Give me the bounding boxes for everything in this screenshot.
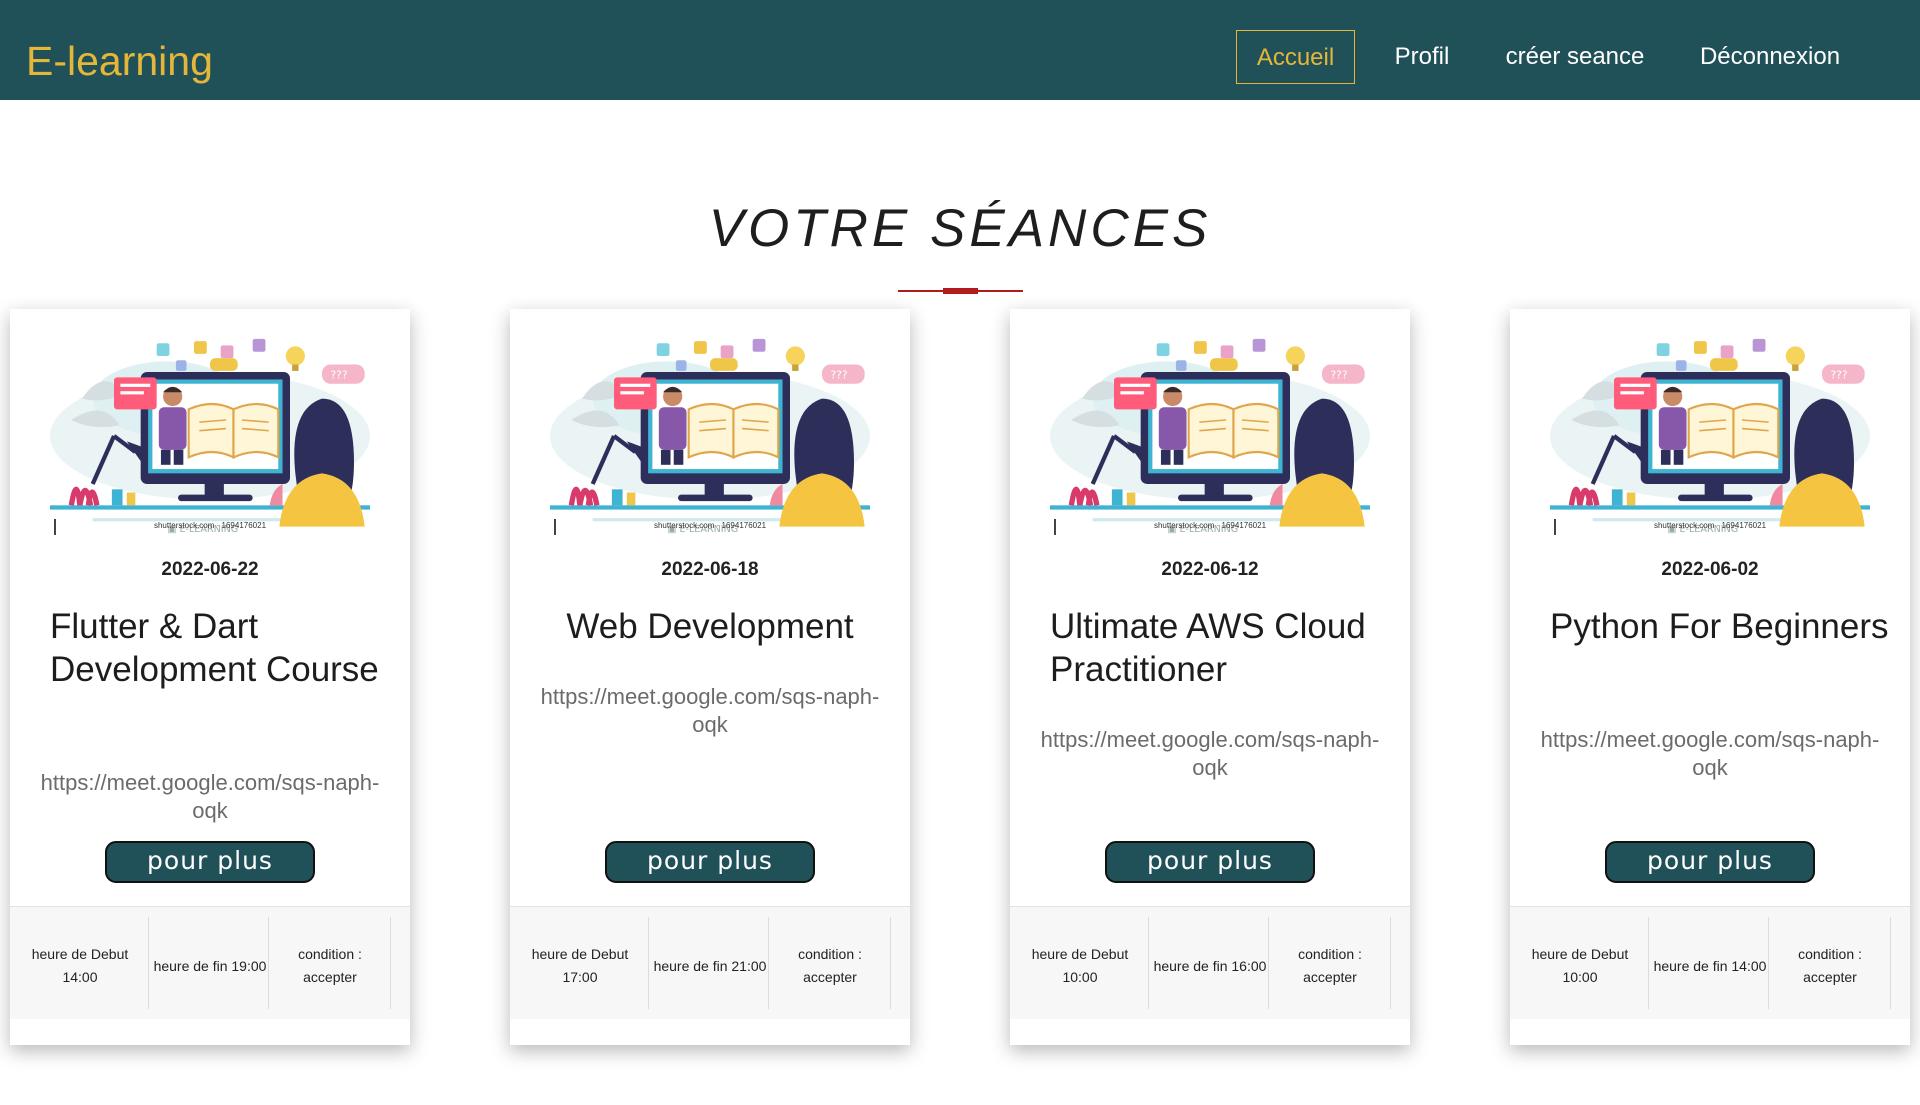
end-time: heure de fin 16:00 bbox=[1153, 957, 1267, 974]
footer-divider bbox=[1890, 917, 1891, 1009]
title-divider-accent bbox=[943, 288, 978, 294]
session-title: Web Development bbox=[566, 607, 854, 646]
session-card: shutterstock.com · 1694176021 2022-06-12… bbox=[1010, 309, 1410, 1045]
session-card: shutterstock.com · 1694176021 2022-06-18… bbox=[510, 309, 910, 1045]
navbar: E-learning Accueil Profil créer seance D… bbox=[0, 0, 1920, 100]
session-date: 2022-06-18 bbox=[661, 559, 759, 580]
card-footer: heure de Debut 10:00 heure de fin 14:00 … bbox=[1510, 906, 1910, 1019]
footer-divider bbox=[1268, 917, 1269, 1009]
footer-divider bbox=[648, 917, 649, 1009]
footer-divider bbox=[1768, 917, 1769, 1009]
e-learning-illustration-icon bbox=[50, 331, 370, 541]
start-time: heure de Debut 10:00 bbox=[1531, 946, 1629, 985]
start-time: heure de Debut 14:00 bbox=[31, 946, 129, 985]
card-footer: heure de Debut 17:00 heure de fin 21:00 … bbox=[510, 906, 910, 1019]
session-card: shutterstock.com · 1694176021 2022-06-02… bbox=[1510, 309, 1910, 1045]
session-date: 2022-06-22 bbox=[161, 559, 259, 580]
session-date: 2022-06-12 bbox=[1161, 559, 1259, 580]
session-title: Python For Beginners bbox=[1550, 607, 1889, 646]
condition: condition : accepter bbox=[798, 946, 862, 985]
footer-divider bbox=[1390, 917, 1391, 1009]
e-learning-illustration-icon bbox=[1050, 331, 1370, 541]
footer-divider bbox=[890, 917, 891, 1009]
card-footer: heure de Debut 14:00 heure de fin 19:00 … bbox=[10, 906, 410, 1019]
more-info-button[interactable]: pour plus d'infos bbox=[1605, 841, 1815, 911]
session-title: Flutter & Dart Development Course bbox=[50, 607, 379, 689]
footer-divider bbox=[148, 917, 149, 1009]
nav-link-profil[interactable]: Profil bbox=[1380, 30, 1464, 84]
condition: condition : accepter bbox=[298, 946, 362, 985]
start-time: heure de Debut 17:00 bbox=[531, 946, 629, 985]
nav-link-accueil[interactable]: Accueil bbox=[1236, 30, 1355, 84]
end-time: heure de fin 19:00 bbox=[153, 957, 267, 974]
nav-link-deconnexion[interactable]: Déconnexion bbox=[1690, 30, 1850, 84]
card-footer: heure de Debut 10:00 heure de fin 16:00 … bbox=[1010, 906, 1410, 1019]
condition: condition : accepter bbox=[1798, 946, 1862, 985]
session-meet-link[interactable]: https://meet.google.com/sqs-naph-oqk bbox=[30, 769, 390, 825]
e-learning-illustration-icon bbox=[1550, 331, 1870, 541]
image-credit: shutterstock.com · 1694176021 bbox=[153, 521, 267, 530]
end-time: heure de fin 14:00 bbox=[1653, 957, 1767, 974]
image-credit: shutterstock.com · 1694176021 bbox=[1153, 521, 1267, 530]
session-meet-link[interactable]: https://meet.google.com/sqs-naph-oqk bbox=[1530, 726, 1890, 782]
page-title: VOTRE SÉANCES bbox=[708, 199, 1212, 258]
e-learning-illustration-icon bbox=[550, 331, 870, 541]
end-time: heure de fin 21:00 bbox=[653, 957, 767, 974]
footer-divider bbox=[268, 917, 269, 1009]
session-date: 2022-06-02 bbox=[1661, 559, 1759, 580]
footer-divider bbox=[768, 917, 769, 1009]
image-credit: shutterstock.com · 1694176021 bbox=[653, 521, 767, 530]
more-info-button[interactable]: pour plus d'infos bbox=[105, 841, 315, 911]
more-info-button[interactable]: pour plus d'infos bbox=[1105, 841, 1315, 911]
footer-divider bbox=[1648, 917, 1649, 1009]
session-title: Ultimate AWS Cloud Practitioner bbox=[1050, 607, 1366, 689]
session-card: shutterstock.com · 1694176021 2022-06-22… bbox=[10, 309, 410, 1045]
condition: condition : accepter bbox=[1298, 946, 1362, 985]
session-meet-link[interactable]: https://meet.google.com/sqs-naph-oqk bbox=[530, 683, 890, 739]
brand-logo[interactable]: E-learning bbox=[26, 36, 213, 86]
footer-divider bbox=[390, 917, 391, 1009]
more-info-button[interactable]: pour plus d'infos bbox=[605, 841, 815, 911]
image-credit: shutterstock.com · 1694176021 bbox=[1653, 521, 1767, 530]
nav-link-creer-seance[interactable]: créer seance bbox=[1495, 30, 1655, 84]
footer-divider bbox=[1148, 917, 1149, 1009]
session-meet-link[interactable]: https://meet.google.com/sqs-naph-oqk bbox=[1030, 726, 1390, 782]
start-time: heure de Debut 10:00 bbox=[1031, 946, 1129, 985]
